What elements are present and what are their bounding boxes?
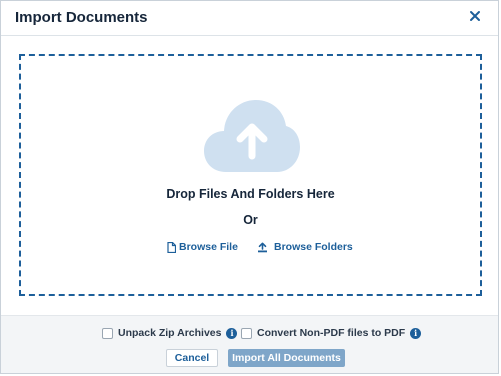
browse-folders-label: Browse Folders xyxy=(274,241,353,253)
browse-file-label: Browse File xyxy=(179,241,238,253)
close-icon[interactable] xyxy=(466,7,484,25)
drop-zone[interactable]: Drop Files And Folders Here Or Browse Fi… xyxy=(19,54,482,296)
convert-pdf-option: Convert Non-PDF files to PDF i xyxy=(241,326,422,340)
unpack-zip-label: Unpack Zip Archives xyxy=(118,327,222,339)
dialog-title: Import Documents xyxy=(15,9,148,26)
browse-folders-link[interactable]: Browse Folders xyxy=(257,239,353,255)
convert-pdf-label: Convert Non-PDF files to PDF xyxy=(257,327,406,339)
convert-pdf-checkbox[interactable] xyxy=(241,327,252,339)
cloud-upload-icon xyxy=(204,100,300,172)
or-separator: Or xyxy=(243,213,258,227)
import-documents-dialog: Import Documents Drop Files And Folders … xyxy=(0,0,499,374)
dialog-header: Import Documents xyxy=(1,1,498,36)
unpack-zip-option: Unpack Zip Archives i xyxy=(102,326,238,340)
browse-file-link[interactable]: Browse File xyxy=(167,239,238,255)
dialog-footer: Unpack Zip Archives i Convert Non-PDF fi… xyxy=(1,315,498,373)
cancel-button[interactable]: Cancel xyxy=(166,349,218,367)
info-icon[interactable]: i xyxy=(226,327,238,339)
unpack-zip-checkbox[interactable] xyxy=(102,327,113,339)
drop-instructions: Drop Files And Folders Here xyxy=(166,187,335,201)
upload-icon xyxy=(258,242,267,252)
info-icon[interactable]: i xyxy=(410,327,422,339)
import-all-documents-button[interactable]: Import All Documents xyxy=(228,349,345,367)
file-icon xyxy=(167,241,176,253)
